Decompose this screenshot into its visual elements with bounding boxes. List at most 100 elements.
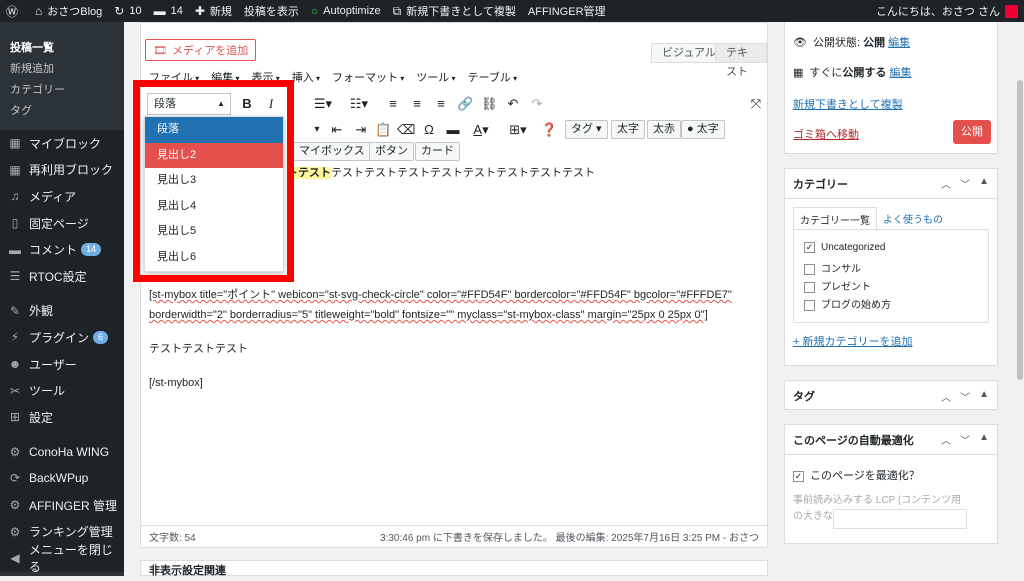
- paste-icon[interactable]: 📋: [375, 119, 391, 141]
- sidebar-item-1[interactable]: ▦ 再利用ブロック: [0, 157, 124, 184]
- comments-link[interactable]: ▬ 14: [148, 0, 189, 22]
- sidebar-item-3[interactable]: ▯ 固定ページ: [0, 210, 124, 237]
- link-icon[interactable]: 🔗: [457, 93, 473, 115]
- site-link[interactable]: ⌂ おさつBlog: [29, 0, 108, 22]
- category-item[interactable]: ✓ Uncategorized: [804, 242, 978, 260]
- sidebar-item-8[interactable]: ☻ ユーザー: [0, 351, 124, 378]
- submenu-add-new[interactable]: 新規追加: [0, 59, 124, 80]
- sidebar-item-2[interactable]: ♫ メディア: [0, 183, 124, 210]
- publish-button[interactable]: 公開: [953, 120, 991, 144]
- bold-circle-chip-button[interactable]: ● 太字: [681, 120, 725, 139]
- tab-popular-categories[interactable]: よく使うもの: [877, 207, 949, 231]
- editor-menu-6[interactable]: テーブル ▾: [468, 69, 518, 85]
- triangle-up-icon[interactable]: ▲: [979, 176, 989, 191]
- triangle-up-icon[interactable]: ▲: [979, 432, 989, 447]
- text-color-icon[interactable]: A▾: [469, 119, 493, 141]
- help-icon[interactable]: ❓: [541, 119, 557, 141]
- triangle-up-icon[interactable]: ▲: [979, 389, 989, 404]
- mybox-chip-button[interactable]: マイボックス: [293, 142, 371, 161]
- checkbox-icon[interactable]: [804, 281, 815, 293]
- optimize-header[interactable]: このページの自動最適化 ︿ ﹀ ▲: [785, 425, 997, 455]
- horizontal-rule-icon[interactable]: ▬: [445, 119, 461, 141]
- align-left-icon[interactable]: ≡: [385, 93, 401, 115]
- redo-icon[interactable]: ↷: [529, 93, 545, 115]
- chevron-down-icon[interactable]: ﹀: [960, 432, 970, 447]
- align-right-icon[interactable]: ≡: [433, 93, 449, 115]
- omega-icon[interactable]: Ω: [421, 119, 437, 141]
- status-edit-link[interactable]: 編集: [888, 34, 910, 50]
- align-center-icon[interactable]: ≡: [409, 93, 425, 115]
- checkbox-icon[interactable]: [804, 299, 815, 311]
- sidebar-item-9[interactable]: ✂ ツール: [0, 377, 124, 404]
- fullscreen-icon[interactable]: ⤧: [749, 93, 763, 115]
- card-chip-button[interactable]: カード: [415, 142, 460, 161]
- bold-chip-button[interactable]: 太字: [611, 120, 645, 139]
- sidebar-item-0[interactable]: ▦ マイブロック: [0, 130, 124, 157]
- editor-menu-4[interactable]: フォーマット ▾: [332, 69, 404, 85]
- wp-logo-icon[interactable]: Ⓦ: [0, 0, 29, 22]
- numbered-list-icon[interactable]: ☷▾: [347, 93, 371, 115]
- submenu-categories[interactable]: カテゴリー: [0, 80, 124, 101]
- outdent-icon[interactable]: ⇥: [353, 119, 369, 141]
- category-item[interactable]: ブログの始め方: [804, 296, 978, 314]
- indent-icon[interactable]: ⇤: [329, 119, 345, 141]
- view-post-link[interactable]: 投稿を表示: [238, 0, 305, 22]
- checkbox-icon[interactable]: [804, 263, 815, 275]
- collapse-icon: ◀: [10, 551, 20, 566]
- affinger-link[interactable]: AFFINGER管理: [522, 0, 612, 22]
- sidebar-item-6[interactable]: ✎ 外観: [0, 298, 124, 325]
- submenu-all-posts[interactable]: 投稿一覧: [0, 38, 124, 59]
- sidebar-item-7[interactable]: ⚡ プラグイン 6: [0, 324, 124, 351]
- eraser-icon[interactable]: ⌫: [397, 119, 415, 141]
- sidebar-item-label: メニューを閉じる: [28, 543, 113, 575]
- sidebar-item-13[interactable]: ⚙ AFFINGER 管理: [0, 492, 124, 519]
- chevron-up-icon[interactable]: ︿: [941, 176, 951, 191]
- hidden-settings-panel[interactable]: 非表示設定関連: [140, 560, 768, 577]
- body-text: テストテストテスト: [149, 343, 248, 355]
- checkbox-checked-icon[interactable]: ✓: [804, 242, 815, 253]
- new-link[interactable]: ✚ 新規: [189, 0, 238, 22]
- updates-link[interactable]: ↻ 10: [108, 0, 147, 22]
- duplicate-link[interactable]: ⧉ 新規下書きとして複製: [387, 0, 522, 22]
- sidebar-item-12[interactable]: ⟳ BackWPup: [0, 465, 124, 492]
- tag-dropdown[interactable]: タグ ▾: [565, 120, 608, 139]
- sidebar-item-11[interactable]: ⚙ ConoHa WING: [0, 439, 124, 466]
- duplicate-draft-link[interactable]: 新規下書きとして複製: [793, 96, 903, 112]
- autoptimize-link[interactable]: ○ Autoptimize: [305, 0, 387, 22]
- sidebar-item-10[interactable]: ⊞ 設定: [0, 404, 124, 431]
- home-icon: ⌂: [35, 4, 43, 18]
- submenu-tags[interactable]: タグ: [0, 101, 124, 122]
- bold-red-chip-button[interactable]: 太赤: [647, 120, 681, 139]
- sidebar-item-15[interactable]: ◀ メニューを閉じる: [0, 543, 124, 574]
- lcp-input[interactable]: [833, 509, 967, 529]
- chevron-up-icon[interactable]: ︿: [941, 432, 951, 447]
- optimize-checkbox[interactable]: ✓ このページを最適化？: [793, 467, 920, 483]
- category-item[interactable]: コンサル: [804, 260, 978, 278]
- add-category-link[interactable]: + 新規カテゴリーを追加: [793, 333, 912, 349]
- tab-text[interactable]: テキスト: [715, 43, 767, 78]
- account-menu[interactable]: こんにちは、おさつ さん: [876, 3, 1024, 19]
- sidebar-item-4[interactable]: ▬ コメント 14: [0, 236, 124, 263]
- schedule-edit-link[interactable]: 編集: [889, 64, 911, 80]
- sidebar-item-5[interactable]: ☰ RTOC設定: [0, 263, 124, 290]
- add-media-button[interactable]: 🎞 メディアを追加: [145, 39, 257, 61]
- category-label: ブログの始め方: [821, 300, 891, 311]
- chevron-down-icon[interactable]: ▾: [311, 119, 323, 141]
- bullet-list-icon[interactable]: ☰▾: [311, 93, 335, 115]
- editor-menu-3[interactable]: 挿入 ▾: [292, 69, 320, 85]
- chevron-down-icon[interactable]: ﹀: [960, 176, 970, 191]
- trash-link[interactable]: ゴミ箱へ移動: [793, 126, 859, 142]
- undo-icon[interactable]: ↶: [505, 93, 521, 115]
- scrollbar-thumb[interactable]: [1017, 80, 1023, 380]
- tags-header[interactable]: タグ ︿ ﹀ ▲: [785, 381, 997, 411]
- tab-all-categories[interactable]: カテゴリー一覧: [793, 207, 877, 231]
- table-icon[interactable]: ⊞▾: [505, 119, 531, 141]
- editor-menu-5[interactable]: ツール ▾: [416, 69, 455, 85]
- sidebar-item-label: マイブロック: [29, 136, 102, 151]
- chevron-down-icon[interactable]: ﹀: [960, 389, 970, 404]
- unlink-icon[interactable]: ⛓: [481, 93, 498, 115]
- button-chip-button[interactable]: ボタン: [369, 142, 414, 161]
- chevron-up-icon[interactable]: ︿: [941, 389, 951, 404]
- categories-header[interactable]: カテゴリー ︿ ﹀ ▲: [785, 169, 997, 199]
- category-item[interactable]: プレゼント: [804, 278, 978, 296]
